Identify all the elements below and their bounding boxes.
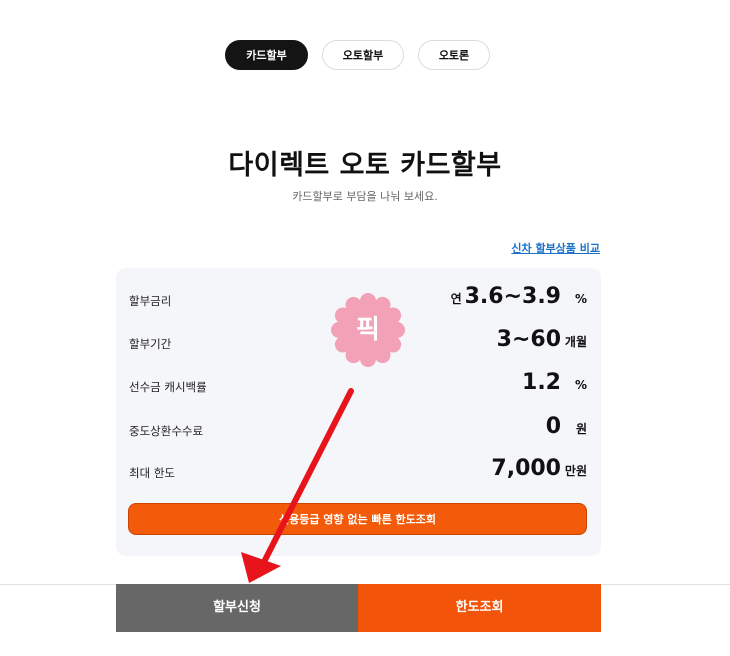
cashback-value: 1.2%: [522, 370, 587, 395]
tab-card-installment[interactable]: 카드할부: [225, 40, 308, 70]
rate-prefix: 연: [450, 292, 462, 306]
page-title: 다이렉트 오토 카드할부: [228, 150, 502, 181]
apply-installment-button[interactable]: 할부신청: [116, 584, 358, 632]
max-limit-number: 7,000: [491, 456, 561, 481]
max-limit-value: 7,000 만원: [491, 456, 587, 481]
pick-badge: 픽: [330, 292, 406, 368]
cashback-number: 1.2: [522, 370, 561, 395]
prepayment-fee-number: 0: [545, 414, 561, 439]
cashback-unit: %: [574, 378, 587, 392]
badge-text: 픽: [356, 315, 380, 345]
rate-unit: %: [574, 292, 587, 306]
prepayment-fee-label: 중도상환수수료: [129, 424, 204, 438]
page-subtitle: 카드할부로 부담을 나눠 보세요.: [292, 190, 438, 203]
prepayment-fee-unit: 원: [575, 422, 587, 436]
cashback-label: 선수금 캐시백률: [129, 380, 207, 394]
period-unit: 개월: [564, 335, 587, 349]
max-limit-unit: 만원: [564, 464, 587, 478]
compare-products-link[interactable]: 신차 할부상품 비교: [511, 240, 600, 256]
tab-auto-loan[interactable]: 오토론: [418, 40, 490, 70]
prepayment-fee-value: 0원: [546, 414, 587, 439]
period-label: 할부기간: [129, 337, 172, 351]
tab-auto-installment[interactable]: 오토할부: [322, 40, 404, 70]
rate-number: 3.6~3.9: [464, 284, 561, 309]
rate-label: 할부금리: [129, 294, 172, 308]
rate-value: 연 3.6~3.9%: [451, 284, 587, 309]
period-value: 3~60 개월: [497, 327, 587, 352]
quick-limit-check-button[interactable]: 신용등급 영향 없는 빠른 한도조회: [128, 503, 587, 535]
limit-check-button[interactable]: 한도조회: [358, 584, 601, 632]
max-limit-label: 최대 한도: [129, 466, 175, 480]
period-number: 3~60: [496, 327, 561, 352]
